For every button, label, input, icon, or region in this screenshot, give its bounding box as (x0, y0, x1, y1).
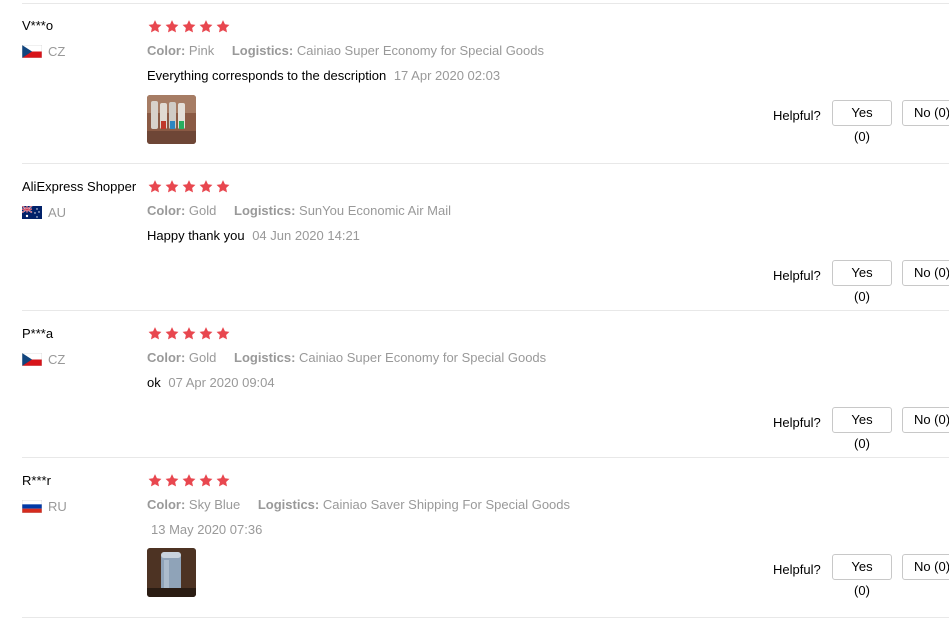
star-rating (147, 326, 231, 341)
star-icon (164, 179, 180, 194)
star-rating (147, 179, 231, 194)
star-icon (164, 473, 180, 488)
color-value: Sky Blue (188, 497, 241, 512)
czech-flag-icon (22, 353, 42, 366)
australia-flag-icon (22, 206, 42, 219)
star-rating (147, 473, 231, 488)
color-value: Gold (188, 203, 217, 218)
star-icon (164, 326, 180, 341)
reviewer-country: AU (22, 205, 66, 220)
star-icon (147, 179, 163, 194)
logistics-value: Cainiao Super Economy for Special Goods (299, 350, 547, 365)
logistics-label: Logistics: (231, 43, 294, 58)
product-attributes: Color: Gold Logistics: Cainiao Super Eco… (147, 350, 546, 365)
star-rating (147, 19, 231, 34)
color-label: Color: (147, 497, 186, 512)
reviewer-name: V***o (22, 18, 54, 33)
reviewer-name: R***r (22, 473, 51, 488)
review-content: Everything corresponds to the descriptio… (147, 68, 500, 83)
review-photo-image (147, 95, 196, 144)
logistics-value: SunYou Economic Air Mail (299, 203, 452, 218)
star-icon (198, 19, 214, 34)
star-icon (198, 473, 214, 488)
review-date: 07 Apr 2020 09:04 (168, 375, 275, 390)
review-divider (22, 310, 949, 311)
country-code: AU (48, 205, 67, 220)
helpful-label: Helpful? (773, 268, 821, 283)
logistics-label: Logistics: (257, 497, 320, 512)
review-photo-image (147, 548, 196, 597)
color-value: Pink (188, 43, 215, 58)
reviewer-name: P***a (22, 326, 54, 341)
review-divider (22, 457, 949, 458)
country-code: RU (48, 499, 67, 514)
russia-flag-icon (22, 500, 42, 513)
czech-flag-icon (22, 45, 42, 58)
product-attributes: Color: Sky Blue Logistics: Cainiao Saver… (147, 497, 570, 512)
product-attributes: Color: Gold Logistics: SunYou Economic A… (147, 203, 451, 218)
review-content: 13 May 2020 07:36 (147, 522, 262, 537)
helpful-no-button[interactable]: No (0) (902, 554, 949, 580)
logistics-value: Cainiao Super Economy for Special Goods (296, 43, 544, 58)
star-icon (181, 473, 197, 488)
helpful-no-button[interactable]: No (0) (902, 100, 949, 126)
top-divider (22, 3, 949, 4)
star-icon (198, 326, 214, 341)
review-photo-thumbnail[interactable] (147, 95, 196, 144)
logistics-value: Cainiao Saver Shipping For Special Goods (322, 497, 571, 512)
star-icon (164, 19, 180, 34)
star-icon (215, 326, 231, 341)
helpful-yes-button[interactable]: Yes (0) (832, 260, 892, 304)
review-divider (22, 617, 949, 618)
review-text: Happy thank you (147, 228, 245, 243)
review-date: 13 May 2020 07:36 (151, 522, 263, 537)
star-icon (215, 473, 231, 488)
star-icon (147, 473, 163, 488)
reviewer-name: AliExpress Shopper (22, 179, 137, 194)
star-icon (147, 326, 163, 341)
star-icon (147, 19, 163, 34)
helpful-yes-button[interactable]: Yes (0) (832, 100, 892, 144)
review-content: ok 07 Apr 2020 09:04 (147, 375, 275, 390)
logistics-label: Logistics: (234, 203, 296, 218)
helpful-no-button[interactable]: No (0) (902, 260, 949, 286)
helpful-no-button[interactable]: No (0) (902, 407, 949, 433)
color-label: Color: (147, 43, 186, 58)
reviewer-country: RU (22, 499, 67, 514)
star-icon (181, 179, 197, 194)
color-value: Gold (188, 350, 217, 365)
reviewer-country: CZ (22, 44, 65, 59)
helpful-yes-button[interactable]: Yes (0) (832, 554, 892, 598)
star-icon (215, 19, 231, 34)
review-text: ok (147, 375, 161, 390)
helpful-yes-button[interactable]: Yes (0) (832, 407, 892, 451)
helpful-label: Helpful? (773, 108, 821, 123)
star-icon (181, 326, 197, 341)
color-label: Color: (147, 203, 186, 218)
star-icon (215, 179, 231, 194)
color-label: Color: (147, 350, 186, 365)
review-text: Everything corresponds to the descriptio… (147, 68, 387, 83)
review-divider (22, 163, 949, 164)
star-icon (198, 179, 214, 194)
review-content: Happy thank you 04 Jun 2020 14:21 (147, 228, 360, 243)
review-date: 04 Jun 2020 14:21 (252, 228, 360, 243)
reviewer-country: CZ (22, 352, 65, 367)
star-icon (181, 19, 197, 34)
logistics-label: Logistics: (234, 350, 296, 365)
product-attributes: Color: Pink Logistics: Cainiao Super Eco… (147, 43, 544, 58)
country-code: CZ (48, 352, 66, 367)
helpful-label: Helpful? (773, 562, 821, 577)
country-code: CZ (48, 44, 66, 59)
review-photo-thumbnail[interactable] (147, 548, 196, 597)
review-date: 17 Apr 2020 02:03 (393, 68, 501, 83)
helpful-label: Helpful? (773, 415, 821, 430)
